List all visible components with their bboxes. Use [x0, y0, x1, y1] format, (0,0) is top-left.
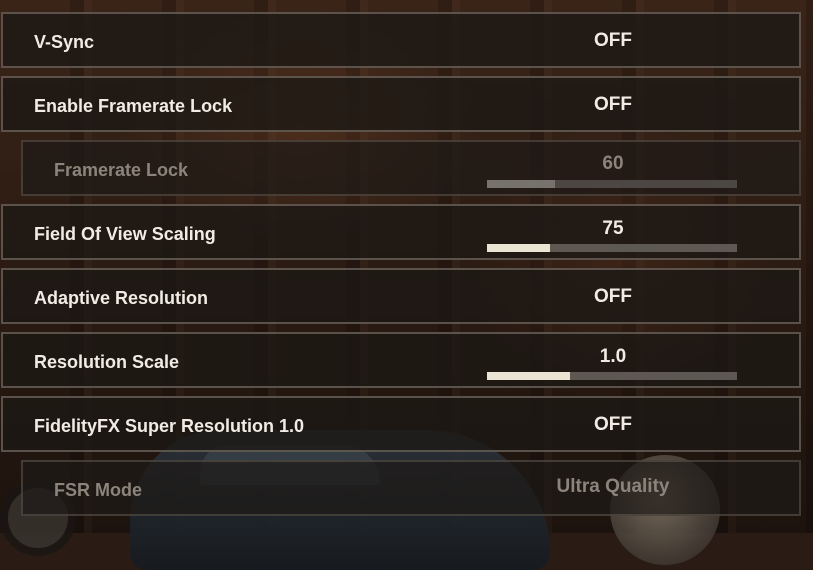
setting-value-toggle[interactable]: OFF: [413, 94, 813, 116]
setting-row-fsr-mode: FSR Mode Ultra Quality: [21, 460, 801, 516]
setting-label: Framerate Lock: [54, 159, 189, 180]
resolution-scale-slider[interactable]: [487, 372, 737, 380]
slider-fill: [487, 244, 550, 252]
setting-label: Enable Framerate Lock: [34, 95, 233, 116]
setting-row-fidelityfx-fsr[interactable]: FidelityFX Super Resolution 1.0 OFF: [1, 396, 801, 452]
setting-value: 1.0: [599, 346, 627, 367]
setting-label: FidelityFX Super Resolution 1.0: [34, 415, 305, 436]
slider-fill: [487, 180, 555, 188]
setting-label: Resolution Scale: [34, 351, 180, 372]
setting-row-adaptive-resolution[interactable]: Adaptive Resolution OFF: [1, 268, 801, 324]
fov-scaling-slider[interactable]: [487, 244, 737, 252]
setting-value-toggle[interactable]: OFF: [413, 414, 813, 436]
setting-value-select: Ultra Quality: [556, 476, 670, 497]
setting-row-vsync[interactable]: V-Sync OFF: [1, 12, 801, 68]
setting-value-toggle[interactable]: OFF: [413, 286, 813, 308]
setting-value: 75: [602, 218, 624, 239]
setting-label: FSR Mode: [54, 479, 142, 500]
setting-label: V-Sync: [34, 31, 95, 52]
setting-label: Adaptive Resolution: [34, 287, 209, 308]
framerate-lock-slider: [487, 180, 737, 188]
setting-value-toggle[interactable]: OFF: [413, 30, 813, 52]
setting-row-fov-scaling[interactable]: Field Of View Scaling 75: [1, 204, 801, 260]
setting-value: 60: [602, 153, 624, 174]
setting-label: Field Of View Scaling: [34, 223, 216, 244]
slider-fill: [487, 372, 570, 380]
setting-row-enable-framerate-lock[interactable]: Enable Framerate Lock OFF: [1, 76, 801, 132]
setting-row-resolution-scale[interactable]: Resolution Scale 1.0: [1, 332, 801, 388]
setting-row-framerate-lock: Framerate Lock 60: [21, 140, 801, 196]
